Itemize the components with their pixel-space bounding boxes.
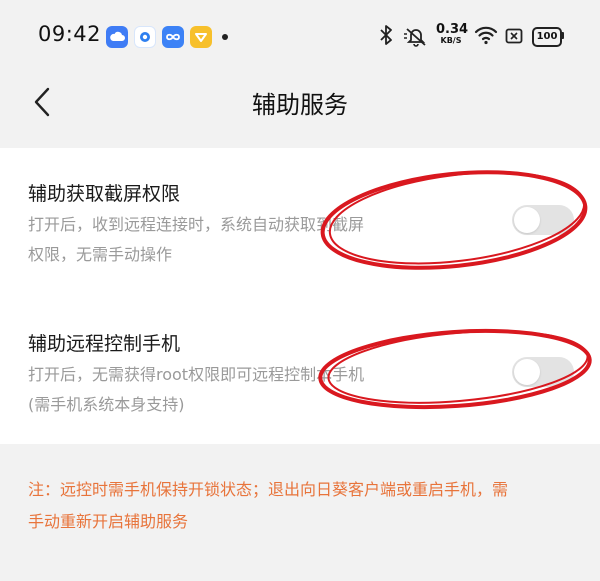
note-line: 手动重新开启辅助服务 — [28, 512, 189, 531]
setting-title: 辅助远程控制手机 — [28, 333, 181, 355]
infinity-app-icon — [162, 26, 184, 48]
network-speed: 0.34 KB/S — [436, 22, 469, 45]
setting-title: 辅助获取截屏权限 — [28, 183, 181, 205]
setting-description-line: (需手机系统本身支持) — [28, 395, 185, 414]
sim-off-icon — [505, 28, 523, 48]
battery-tip — [562, 32, 564, 39]
status-time: 09:42 — [38, 22, 102, 46]
mute-icon — [402, 25, 430, 51]
setting-description-line: 权限，无需手动操作 — [28, 245, 173, 264]
screenshot-permission-toggle[interactable] — [512, 205, 574, 235]
setting-screenshot-permission: 辅助获取截屏权限 打开后，收到远程连接时，系统自动获取到截屏 权限，无需手动操作 — [0, 148, 600, 296]
remote-control-toggle[interactable] — [512, 357, 574, 387]
setting-remote-control: 辅助远程控制手机 打开后，无需获得root权限即可远程控制本手机 (需手机系统本… — [0, 296, 600, 444]
network-speed-value: 0.34 — [436, 22, 469, 37]
bluetooth-icon — [378, 24, 394, 50]
battery-level: 100 — [532, 27, 562, 47]
wifi-icon — [474, 25, 498, 49]
notification-dot — [222, 34, 228, 40]
toggle-knob — [514, 359, 540, 385]
heart-app-icon — [190, 26, 212, 48]
page-title: 辅助服务 — [252, 91, 348, 119]
settings-card: 辅助获取截屏权限 打开后，收到远程连接时，系统自动获取到截屏 权限，无需手动操作… — [0, 148, 600, 444]
camera-app-icon — [134, 26, 156, 48]
setting-description: 打开后，收到远程连接时，系统自动获取到截屏 权限，无需手动操作 — [28, 210, 418, 270]
network-speed-unit: KB/S — [440, 36, 462, 45]
toggle-knob — [514, 207, 540, 233]
cloud-app-icon — [106, 26, 128, 48]
note-line: 注：远控时需手机保持开锁状态；退出向日葵客户端或重启手机，需 — [28, 480, 509, 499]
note-text: 注：远控时需手机保持开锁状态；退出向日葵客户端或重启手机，需 手动重新开启辅助服… — [28, 474, 573, 538]
setting-description: 打开后，无需获得root权限即可远程控制本手机 (需手机系统本身支持) — [28, 360, 418, 420]
status-bar: 09:42 0.34 KB/S 100 — [0, 0, 600, 72]
setting-description-line: 打开后，无需获得root权限即可远程控制本手机 — [28, 365, 365, 384]
header: 辅助服务 — [0, 72, 600, 132]
setting-description-line: 打开后，收到远程连接时，系统自动获取到截屏 — [28, 215, 365, 234]
